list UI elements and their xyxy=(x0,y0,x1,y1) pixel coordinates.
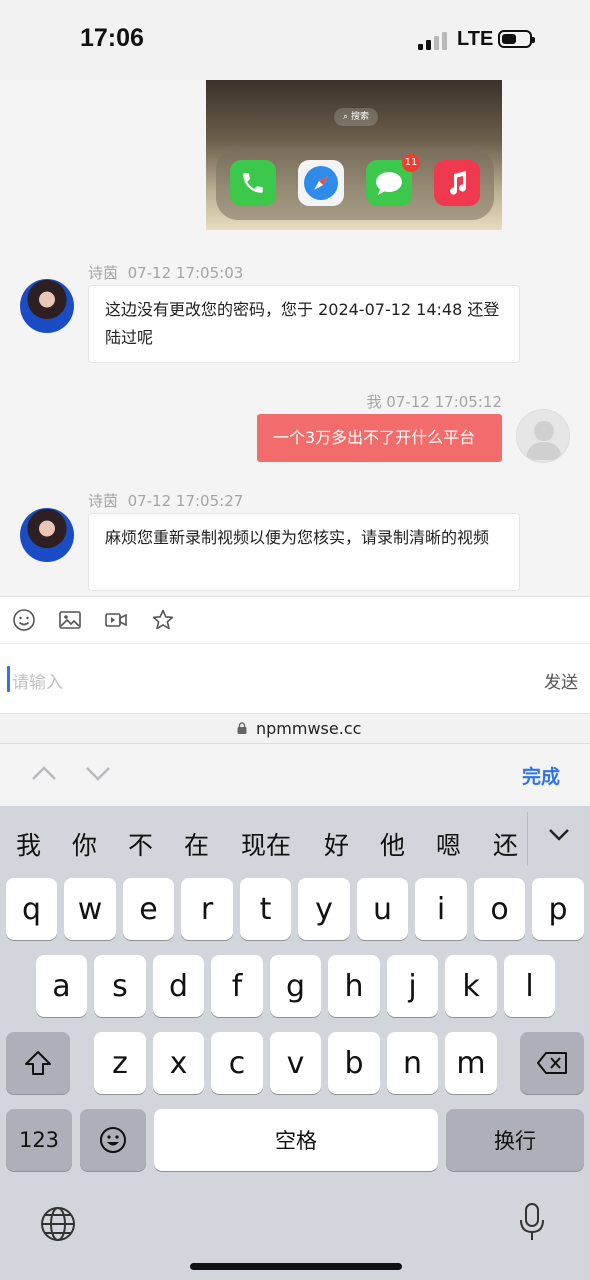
sender-name: 诗茵 xyxy=(88,492,119,510)
star-icon[interactable] xyxy=(151,608,175,632)
key-b[interactable]: b xyxy=(328,1032,380,1094)
key-l[interactable]: l xyxy=(504,955,555,1017)
messages-app-icon: 11 xyxy=(366,154,420,206)
candidate-word[interactable]: 还 xyxy=(493,826,518,862)
candidate-bar: 我 你 不 在 现在 好 他 嗯 还 xyxy=(0,806,590,874)
message-bubble-incoming[interactable]: 麻烦您重新录制视频以便为您核实，请录制清晰的视频 xyxy=(88,513,520,591)
url-text: npmmwse.cc xyxy=(256,719,362,738)
shift-icon xyxy=(25,1051,51,1075)
message-time: 07-12 17:05:03 xyxy=(127,264,244,282)
status-bar: 17:06 LTE xyxy=(0,0,590,80)
message-bubble-outgoing[interactable]: 一个3万多出不了开什么平台 xyxy=(257,414,502,462)
key-p[interactable]: p xyxy=(532,878,584,940)
message-meta: 我 07-12 17:05:12 xyxy=(366,391,502,412)
key-o[interactable]: o xyxy=(474,878,525,940)
key-z[interactable]: z xyxy=(94,1032,146,1094)
candidate-word[interactable]: 我 xyxy=(16,826,41,862)
microphone-icon[interactable] xyxy=(519,1202,545,1242)
chevron-down-icon[interactable] xyxy=(84,764,112,782)
agent-avatar[interactable] xyxy=(20,508,74,562)
message-time: 07-12 17:05:27 xyxy=(127,492,244,510)
message-input[interactable]: 请输入 xyxy=(12,668,63,693)
key-w[interactable]: w xyxy=(64,878,116,940)
keyboard: 我 你 不 在 现在 好 他 嗯 还 q w e r t y u i o p a… xyxy=(0,806,590,1280)
image-icon[interactable] xyxy=(58,608,82,632)
emoji-icon xyxy=(100,1127,126,1153)
image-search-pill: ⌕ 搜索 xyxy=(334,108,378,126)
numbers-key[interactable]: 123 xyxy=(6,1109,72,1171)
candidate-word[interactable]: 他 xyxy=(380,826,405,862)
key-f[interactable]: f xyxy=(211,955,263,1017)
key-n[interactable]: n xyxy=(387,1032,438,1094)
key-e[interactable]: e xyxy=(123,878,174,940)
key-k[interactable]: k xyxy=(445,955,497,1017)
agent-avatar[interactable] xyxy=(20,279,74,333)
candidate-word[interactable]: 不 xyxy=(128,826,153,862)
candidate-word[interactable]: 嗯 xyxy=(436,826,461,862)
key-h[interactable]: h xyxy=(328,955,380,1017)
shared-screenshot-image[interactable]: ⌕ 搜索 11 xyxy=(206,80,502,230)
phone-app-icon xyxy=(230,160,276,206)
message-meta: 诗茵 07-12 17:05:27 xyxy=(88,490,243,511)
message-badge: 11 xyxy=(402,154,420,172)
key-j[interactable]: j xyxy=(387,955,438,1017)
emoji-key[interactable] xyxy=(80,1109,146,1171)
video-icon[interactable] xyxy=(104,608,128,632)
candidate-word[interactable]: 你 xyxy=(72,826,97,862)
key-d[interactable]: d xyxy=(153,955,204,1017)
key-x[interactable]: x xyxy=(153,1032,204,1094)
key-m[interactable]: m xyxy=(445,1032,497,1094)
key-c[interactable]: c xyxy=(211,1032,263,1094)
chat-area[interactable]: ⌕ 搜索 11 诗茵 07-12 17:05:03 这边没有更改您的密码，您于 … xyxy=(0,80,590,596)
backspace-icon xyxy=(537,1052,567,1074)
return-key[interactable]: 换行 xyxy=(446,1109,584,1171)
composer-toolbar xyxy=(0,596,590,644)
status-time: 17:06 xyxy=(80,24,144,52)
sender-name: 诗茵 xyxy=(88,264,119,282)
battery-icon xyxy=(498,30,535,48)
backspace-key[interactable] xyxy=(520,1032,584,1094)
user-avatar[interactable] xyxy=(516,409,570,463)
message-input-row: 请输入 发送 xyxy=(0,644,590,714)
lock-icon xyxy=(237,722,247,734)
key-r[interactable]: r xyxy=(181,878,233,940)
globe-icon[interactable] xyxy=(40,1206,76,1242)
candidate-divider xyxy=(527,812,528,866)
network-label: LTE xyxy=(457,28,494,50)
message-bubble-incoming[interactable]: 这边没有更改您的密码，您于 2024-07-12 14:48 还登陆过呢 xyxy=(88,285,520,363)
key-u[interactable]: u xyxy=(357,878,408,940)
emoji-icon[interactable] xyxy=(12,608,36,632)
safari-app-icon xyxy=(298,160,344,206)
key-y[interactable]: y xyxy=(298,878,350,940)
key-i[interactable]: i xyxy=(415,878,467,940)
key-a[interactable]: a xyxy=(36,955,87,1017)
keyboard-accessory-bar: 完成 xyxy=(0,744,590,806)
candidate-word[interactable]: 好 xyxy=(324,826,349,862)
space-key[interactable]: 空格 xyxy=(154,1109,438,1171)
key-t[interactable]: t xyxy=(240,878,291,940)
key-q[interactable]: q xyxy=(6,878,57,940)
done-button[interactable]: 完成 xyxy=(522,762,560,789)
candidate-word[interactable]: 现在 xyxy=(241,826,291,862)
shift-key[interactable] xyxy=(6,1032,70,1094)
music-app-icon xyxy=(434,160,480,206)
send-button[interactable]: 发送 xyxy=(544,668,578,693)
chevron-up-icon[interactable] xyxy=(30,764,58,782)
message-time: 07-12 17:05:12 xyxy=(386,393,502,411)
candidate-word[interactable]: 在 xyxy=(184,826,209,862)
key-v[interactable]: v xyxy=(270,1032,321,1094)
message-meta: 诗茵 07-12 17:05:03 xyxy=(88,262,243,283)
sender-name: 我 xyxy=(366,393,382,411)
expand-candidates-icon[interactable] xyxy=(548,828,570,842)
text-caret xyxy=(7,666,10,692)
key-s[interactable]: s xyxy=(94,955,146,1017)
key-g[interactable]: g xyxy=(270,955,321,1017)
browser-url-bar[interactable]: npmmwse.cc xyxy=(0,714,590,744)
signal-icon xyxy=(418,32,448,50)
home-indicator[interactable] xyxy=(190,1263,402,1270)
